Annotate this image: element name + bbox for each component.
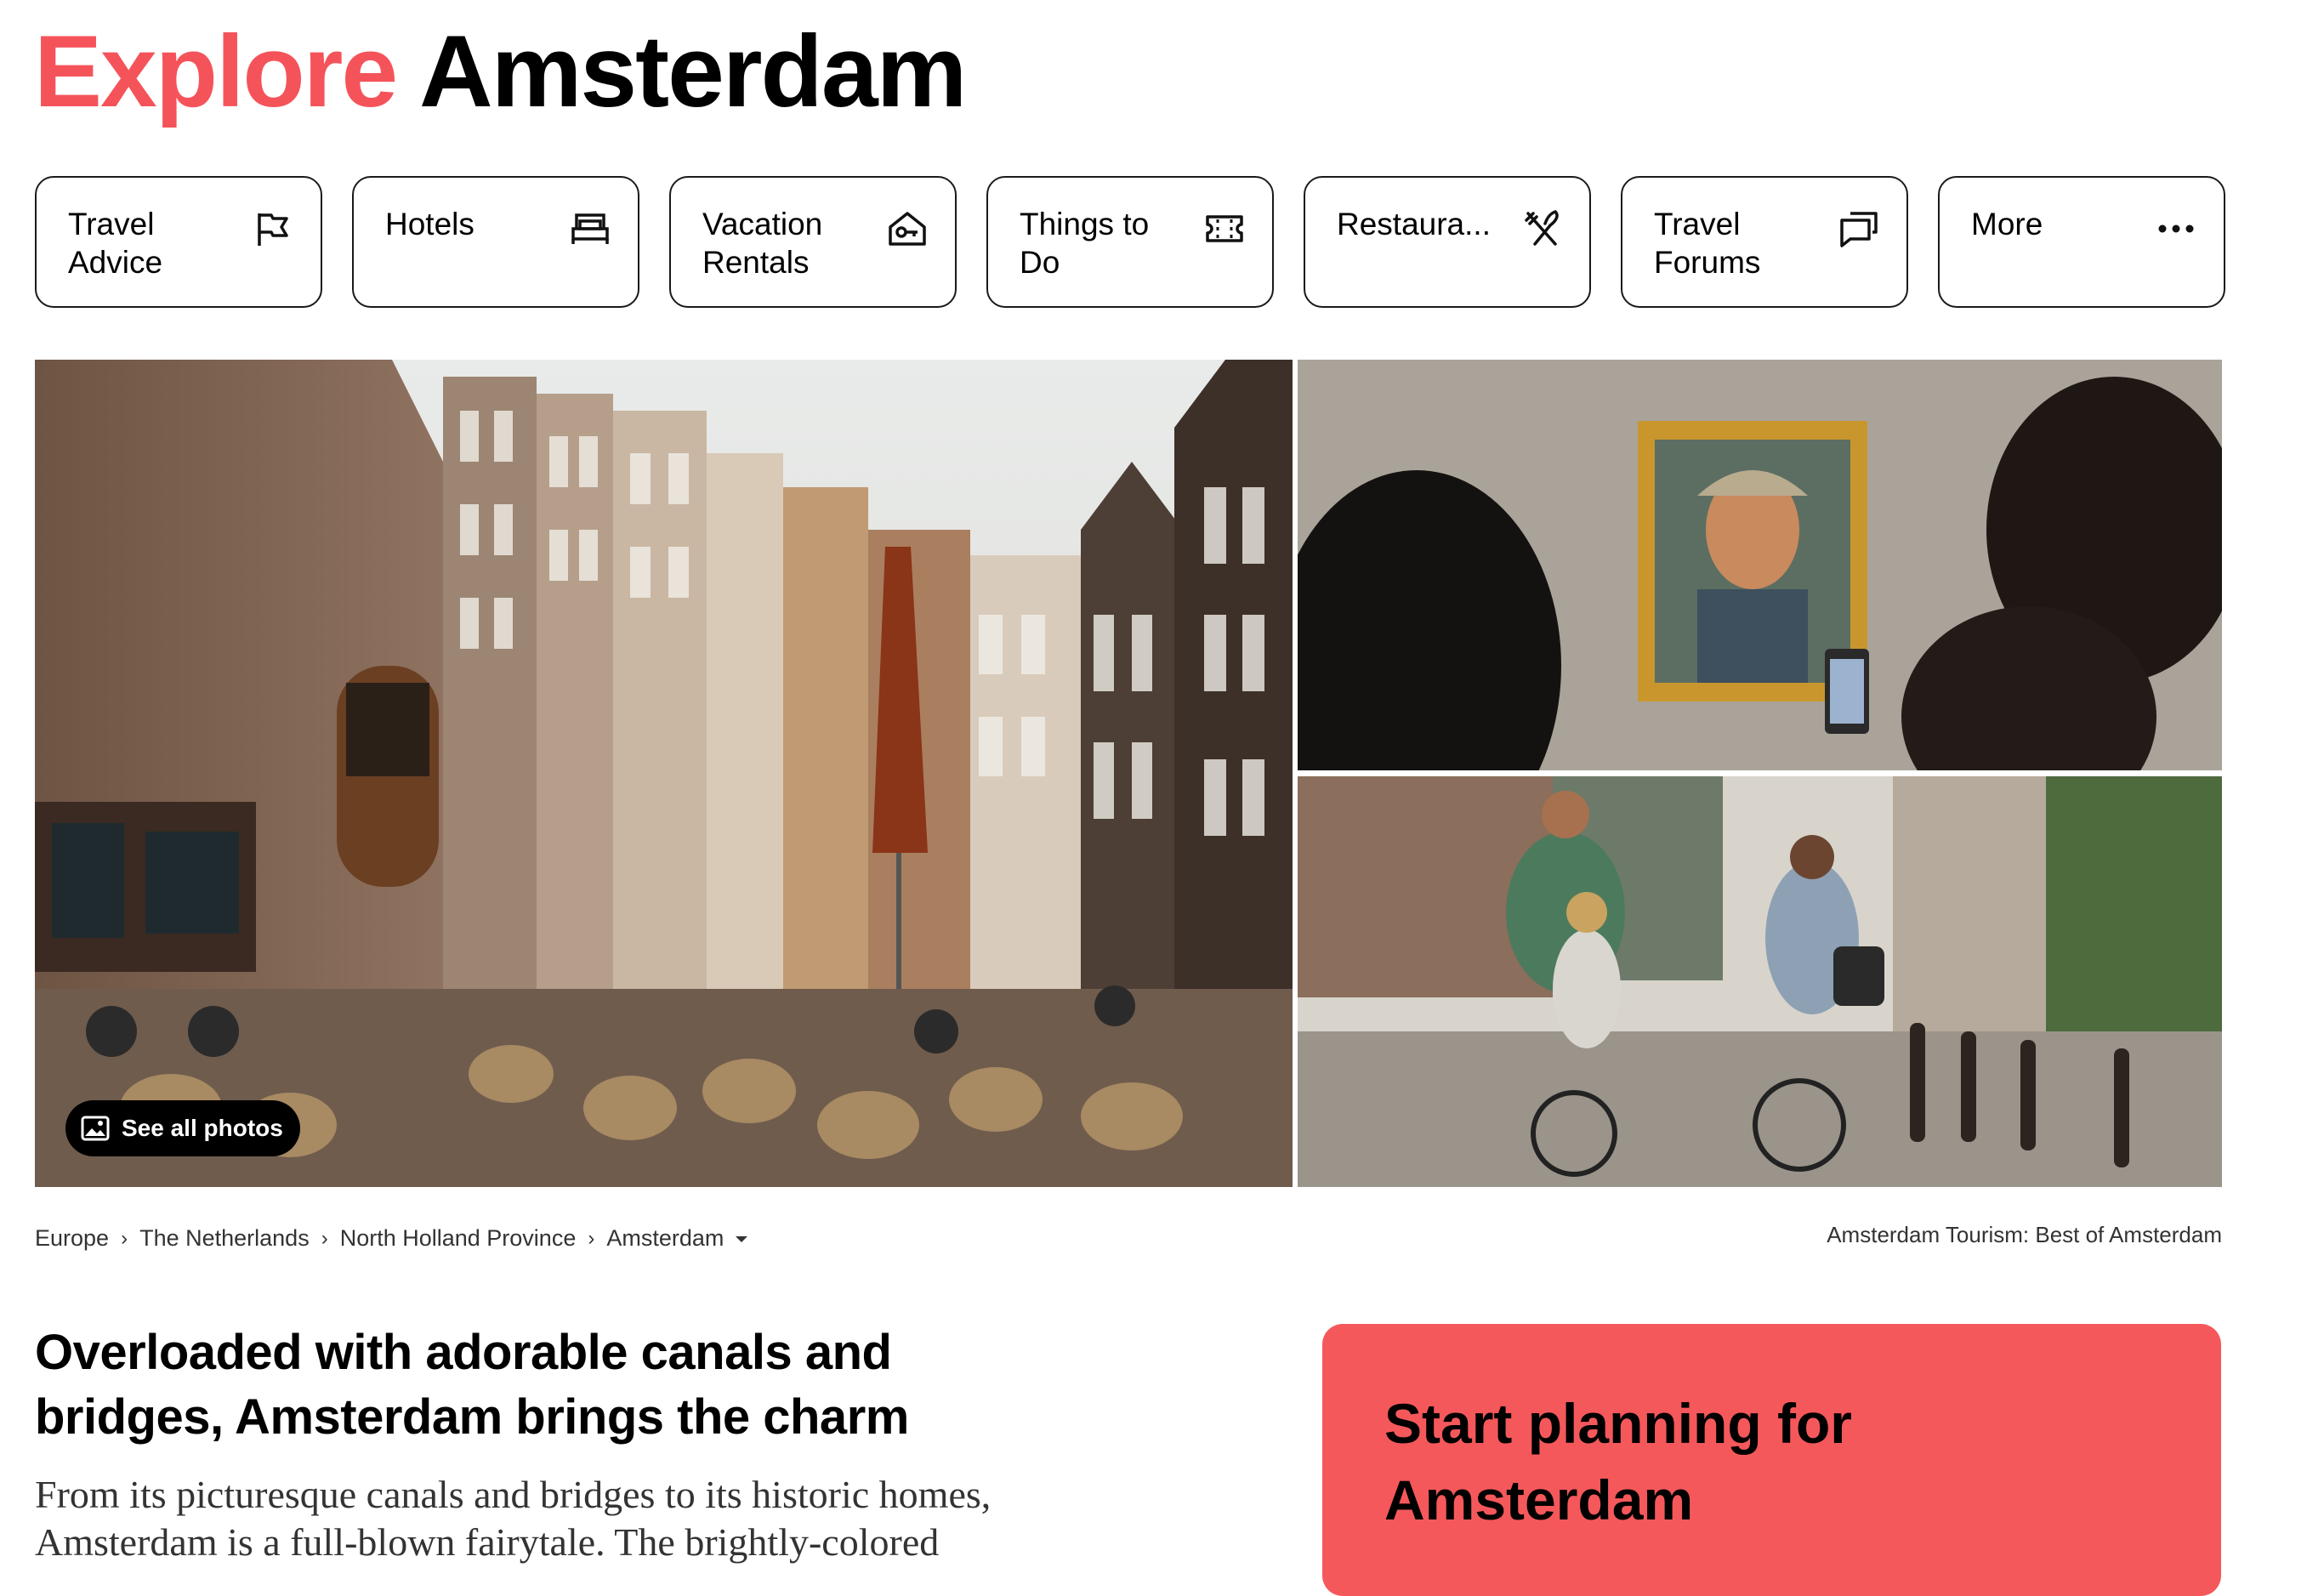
see-all-photos-button[interactable]: See all photos bbox=[65, 1100, 300, 1156]
image-icon bbox=[81, 1116, 110, 1141]
breadcrumb-item-amsterdam[interactable]: Amsterdam bbox=[606, 1225, 724, 1252]
see-all-photos-label: See all photos bbox=[122, 1115, 283, 1141]
chevron-right-icon: › bbox=[588, 1226, 595, 1250]
breadcrumb-item-europe[interactable]: Europe bbox=[35, 1225, 109, 1252]
house-key-icon bbox=[889, 212, 926, 246]
tab-label: More bbox=[1971, 207, 2043, 241]
tab-label: Hotels bbox=[385, 207, 474, 241]
chevron-right-icon: › bbox=[321, 1226, 328, 1250]
start-planning-card[interactable]: Start planning for Amsterdam bbox=[1322, 1324, 2221, 1596]
tab-more[interactable]: More bbox=[1938, 176, 2225, 308]
ticket-icon bbox=[1206, 215, 1243, 242]
cyclists-street-photo[interactable] bbox=[1298, 776, 2222, 1187]
fork-knife-icon bbox=[1525, 209, 1559, 246]
bed-icon bbox=[571, 213, 609, 244]
breadcrumb: Europe › The Netherlands › North Holland… bbox=[35, 1225, 751, 1252]
caret-down-icon[interactable] bbox=[732, 1233, 751, 1245]
chevron-right-icon: › bbox=[121, 1226, 128, 1250]
photo-gallery: See all photos bbox=[35, 360, 2222, 1187]
canal-street-illustration bbox=[35, 360, 1293, 1187]
museum-painting-photo[interactable] bbox=[1298, 360, 2222, 770]
tab-travel-forums[interactable]: Travel Forums bbox=[1621, 176, 1908, 308]
cyclists-illustration bbox=[1298, 776, 2222, 1187]
museum-illustration bbox=[1298, 360, 2222, 770]
intro-headline: Overloaded with adorable canals and brid… bbox=[35, 1325, 909, 1445]
tourism-label: Amsterdam Tourism: Best of Amsterdam bbox=[1827, 1222, 2222, 1247]
tab-travel-advice[interactable]: Travel Advice bbox=[35, 176, 322, 308]
more-dots-icon bbox=[2158, 224, 2194, 233]
breadcrumb-item-netherlands[interactable]: The Netherlands bbox=[139, 1225, 310, 1252]
breadcrumb-item-north-holland[interactable]: North Holland Province bbox=[340, 1225, 577, 1252]
page-title: Explore Amsterdam bbox=[34, 14, 967, 128]
page-title-city: Amsterdam bbox=[419, 14, 967, 128]
canal-street-photo[interactable]: See all photos bbox=[35, 360, 1293, 1187]
flag-icon bbox=[258, 213, 288, 246]
chat-bubbles-icon bbox=[1840, 212, 1878, 247]
tab-label: Travel Forums bbox=[1654, 207, 1761, 280]
start-planning-title: Start planning for Amsterdam bbox=[1384, 1392, 1852, 1531]
tab-vacation-rentals[interactable]: Vacation Rentals bbox=[669, 176, 957, 308]
tab-label: Vacation Rentals bbox=[702, 207, 823, 280]
tab-hotels[interactable]: Hotels bbox=[352, 176, 639, 308]
tab-things-to-do[interactable]: Things to Do bbox=[986, 176, 1274, 308]
intro-body: From its picturesque canals and bridges … bbox=[35, 1473, 992, 1564]
page-title-accent: Explore bbox=[34, 14, 398, 128]
tab-restaurants[interactable]: Restaura... bbox=[1304, 176, 1591, 308]
tab-label: Things to Do bbox=[1020, 207, 1150, 280]
tab-label: Travel Advice bbox=[68, 207, 163, 280]
tab-label: Restaura... bbox=[1337, 207, 1491, 241]
